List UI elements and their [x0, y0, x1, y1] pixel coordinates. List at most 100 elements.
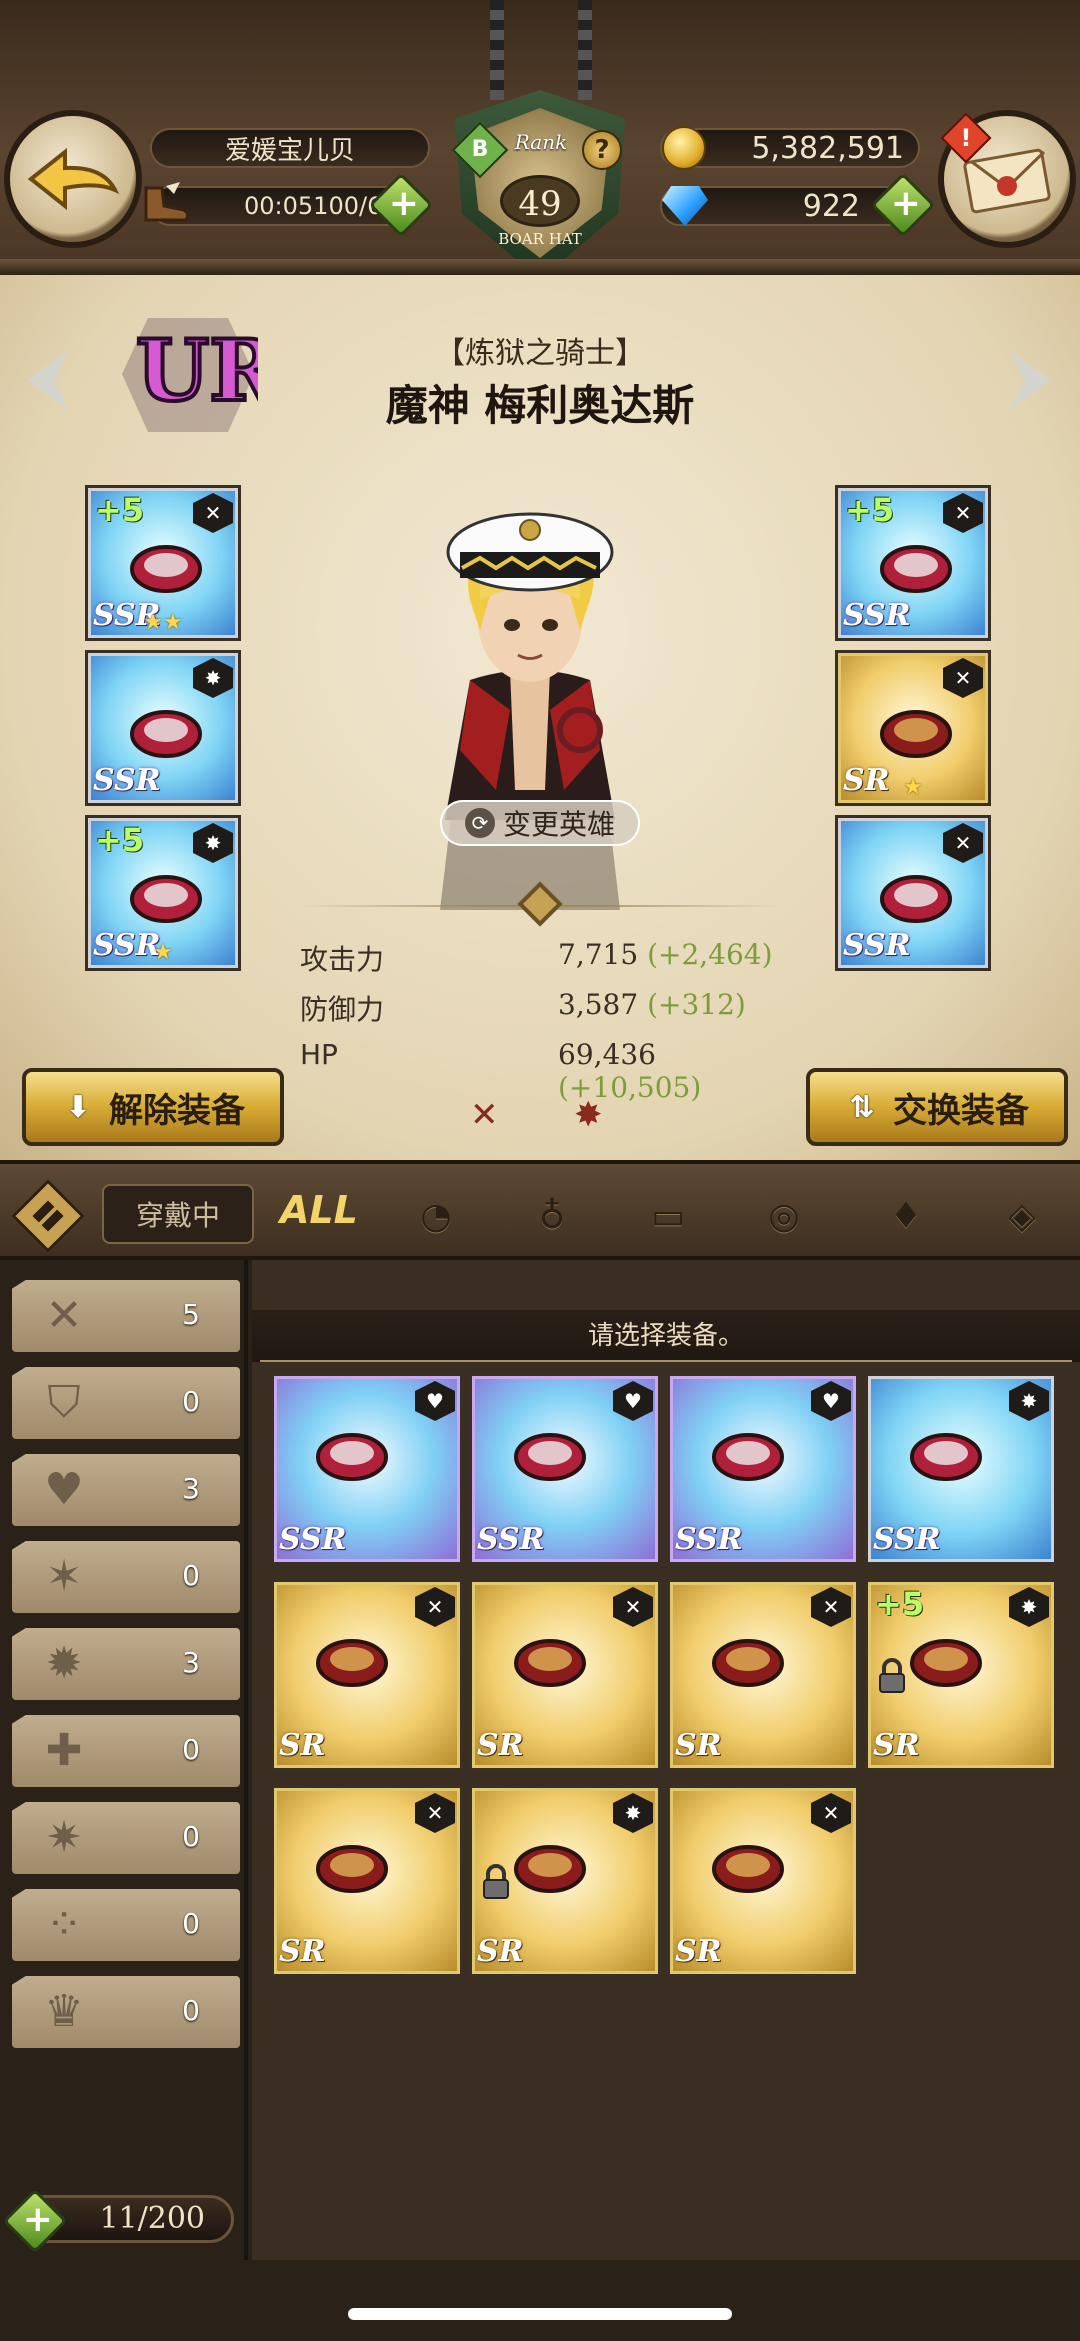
stat-value: 7,715 [558, 938, 639, 971]
download-icon: ⬇ [65, 1089, 91, 1125]
stat-filter-item[interactable]: ✹ 3 [12, 1628, 240, 1700]
stat-label: 攻击力 [300, 943, 385, 976]
rarity-label: SR [477, 1934, 524, 1969]
equipment-art [514, 1433, 586, 1481]
equipment-art [316, 1845, 388, 1893]
shield-icon: ⛉ [47, 1377, 81, 1428]
earring-filter-icon[interactable]: ♦ [880, 1192, 932, 1242]
enhance-level: +5 [845, 491, 895, 529]
change-hero-label: 变更英雄 [502, 808, 615, 841]
stat-filter-item[interactable]: ⛉ 0 [12, 1367, 240, 1439]
stat-filter-item[interactable]: ♛ 0 [12, 1976, 240, 2048]
sort-grid-icon[interactable] [11, 1179, 85, 1253]
tab-all[interactable]: ALL [280, 1188, 358, 1232]
filter-bar: 穿戴中 ALL ◔ ♁ ▭ ◎ ♦ ◈ [0, 1160, 1080, 1260]
equipment-art [910, 1639, 982, 1687]
belt-filter-icon[interactable]: ▭ [642, 1192, 694, 1242]
enhance-level: +5 [875, 1585, 925, 1623]
stat-filter-item[interactable]: ✚ 0 [12, 1715, 240, 1787]
equipped-slot-left[interactable]: ✸ SSR +5 ★ [88, 818, 238, 968]
ring-filter-icon[interactable]: ◎ [758, 1192, 810, 1242]
inventory-area: ✕ 5 ⛉ 0 ♥ 3 ✶ 0 ✹ 3 ✚ 0 ✷ 0 ⁘ 0 ♛ 0 请选择装备。 ♥ SSR… [0, 1260, 1080, 2341]
star-rating: ★★ [143, 610, 183, 635]
inventory-item[interactable]: ♥ SSR [670, 1376, 856, 1562]
equipped-slot-left[interactable]: ✕ SSR +5 ★★ [88, 488, 238, 638]
stat-value: 3,587 [558, 988, 639, 1021]
rarity-label: SSR [675, 1522, 743, 1557]
rarity-label: SR [279, 1934, 326, 1969]
stat-row: HP 69,436 (+10,505) [300, 1038, 780, 1104]
sword-type-icon: ✕ [811, 1793, 851, 1833]
dice-icon: ⁘ [45, 1899, 83, 1950]
stat-filter-item[interactable]: ✕ 5 [12, 1280, 240, 1352]
heart-type-icon: ♥ [811, 1381, 851, 1421]
sword-icon: ✕ [470, 1095, 499, 1135]
equipment-art [514, 1639, 586, 1687]
swap-label: 交换装备 [893, 1090, 1029, 1131]
tab-equipped[interactable]: 穿戴中 [102, 1184, 254, 1244]
stat-filter-count: 0 [182, 1385, 200, 1418]
rune-filter-icon[interactable]: ◈ [996, 1192, 1048, 1242]
rarity-label: SR [477, 1728, 524, 1763]
equipped-slot-right[interactable]: ✕ SR ★ [838, 653, 988, 803]
lock-icon [877, 1658, 907, 1694]
rarity-label: SR [675, 1934, 722, 1969]
unequip-label: 解除装备 [109, 1090, 245, 1131]
inventory-item[interactable]: ✸ SR +5 [868, 1582, 1054, 1768]
sword-type-icon: ✕ [415, 1587, 455, 1627]
swap-icon: ⟳ [464, 808, 495, 838]
inventory-item[interactable]: ✕ SR [472, 1582, 658, 1768]
stat-filter-item[interactable]: ✷ 0 [12, 1802, 240, 1874]
help-icon[interactable]: ? [582, 130, 622, 170]
change-hero-button[interactable]: ⟳ 变更英雄 [440, 800, 640, 846]
inventory-item[interactable]: ✸ SSR [868, 1376, 1054, 1562]
back-arrow-icon [27, 147, 120, 211]
inventory-item[interactable]: ✕ SR [670, 1582, 856, 1768]
envelope-icon [963, 148, 1051, 214]
ur-rarity-badge: UR [122, 318, 258, 432]
equipment-art [316, 1433, 388, 1481]
star-rating: ★ [903, 775, 923, 800]
stat-filter-count: 5 [182, 1298, 200, 1331]
stat-bonus: (+2,464) [647, 938, 773, 971]
stat-filter-item[interactable]: ♥ 3 [12, 1454, 240, 1526]
equipped-slot-left[interactable]: ✸ SSR [88, 653, 238, 803]
stat-filter-item[interactable]: ⁘ 0 [12, 1889, 240, 1961]
rarity-label: SR [873, 1728, 920, 1763]
back-button[interactable] [4, 110, 142, 248]
rank-label: Rank [514, 130, 568, 154]
equipped-slot-right[interactable]: ✕ SSR [838, 818, 988, 968]
inventory-item[interactable]: ✕ SR [274, 1788, 460, 1974]
inventory-item[interactable]: ✕ SR [670, 1788, 856, 1974]
inventory-item[interactable]: ♥ SSR [472, 1376, 658, 1562]
burst-icon: ✸ [574, 1095, 603, 1135]
inventory-item[interactable]: ✕ SR [274, 1582, 460, 1768]
rank-title: BOAR HAT [498, 230, 582, 248]
select-prompt: 请选择装备。 [252, 1310, 1080, 1362]
sword-icon: ✕ [45, 1290, 83, 1341]
inventory-item[interactable]: ✸ SR [472, 1788, 658, 1974]
add-stamina-button[interactable] [368, 172, 434, 238]
star-rating: ★ [153, 940, 173, 965]
stat-filter-count: 0 [182, 1907, 200, 1940]
swap-equipment-button[interactable]: ⇅ 交换装备 [806, 1068, 1068, 1146]
equipped-slot-right[interactable]: ✕ SSR +5 [838, 488, 988, 638]
rarity-label: SSR [873, 1522, 941, 1557]
equipment-art [712, 1845, 784, 1893]
rarity-label: SSR [279, 1522, 347, 1557]
swap-arrows-icon: ⇅ [849, 1089, 875, 1125]
rarity-label: SSR [843, 598, 911, 633]
add-gems-button[interactable] [870, 172, 936, 238]
equipment-art [712, 1639, 784, 1687]
unequip-button[interactable]: ⬇ 解除装备 [22, 1068, 284, 1146]
burst-type-icon: ✸ [613, 1793, 653, 1833]
heart-type-icon: ♥ [613, 1381, 653, 1421]
stat-filter-count: 3 [182, 1646, 200, 1679]
necklace-filter-icon[interactable]: ♁ [526, 1192, 578, 1242]
stat-filter-sidebar: ✕ 5 ⛉ 0 ♥ 3 ✶ 0 ✹ 3 ✚ 0 ✷ 0 ⁘ 0 ♛ 0 [0, 1260, 248, 2260]
enhance-level: +5 [95, 491, 145, 529]
inventory-item[interactable]: ♥ SSR [274, 1376, 460, 1562]
stat-filter-item[interactable]: ✶ 0 [12, 1541, 240, 1613]
heart-icon: ♥ [44, 1464, 84, 1515]
bracelet-filter-icon[interactable]: ◔ [410, 1192, 462, 1242]
